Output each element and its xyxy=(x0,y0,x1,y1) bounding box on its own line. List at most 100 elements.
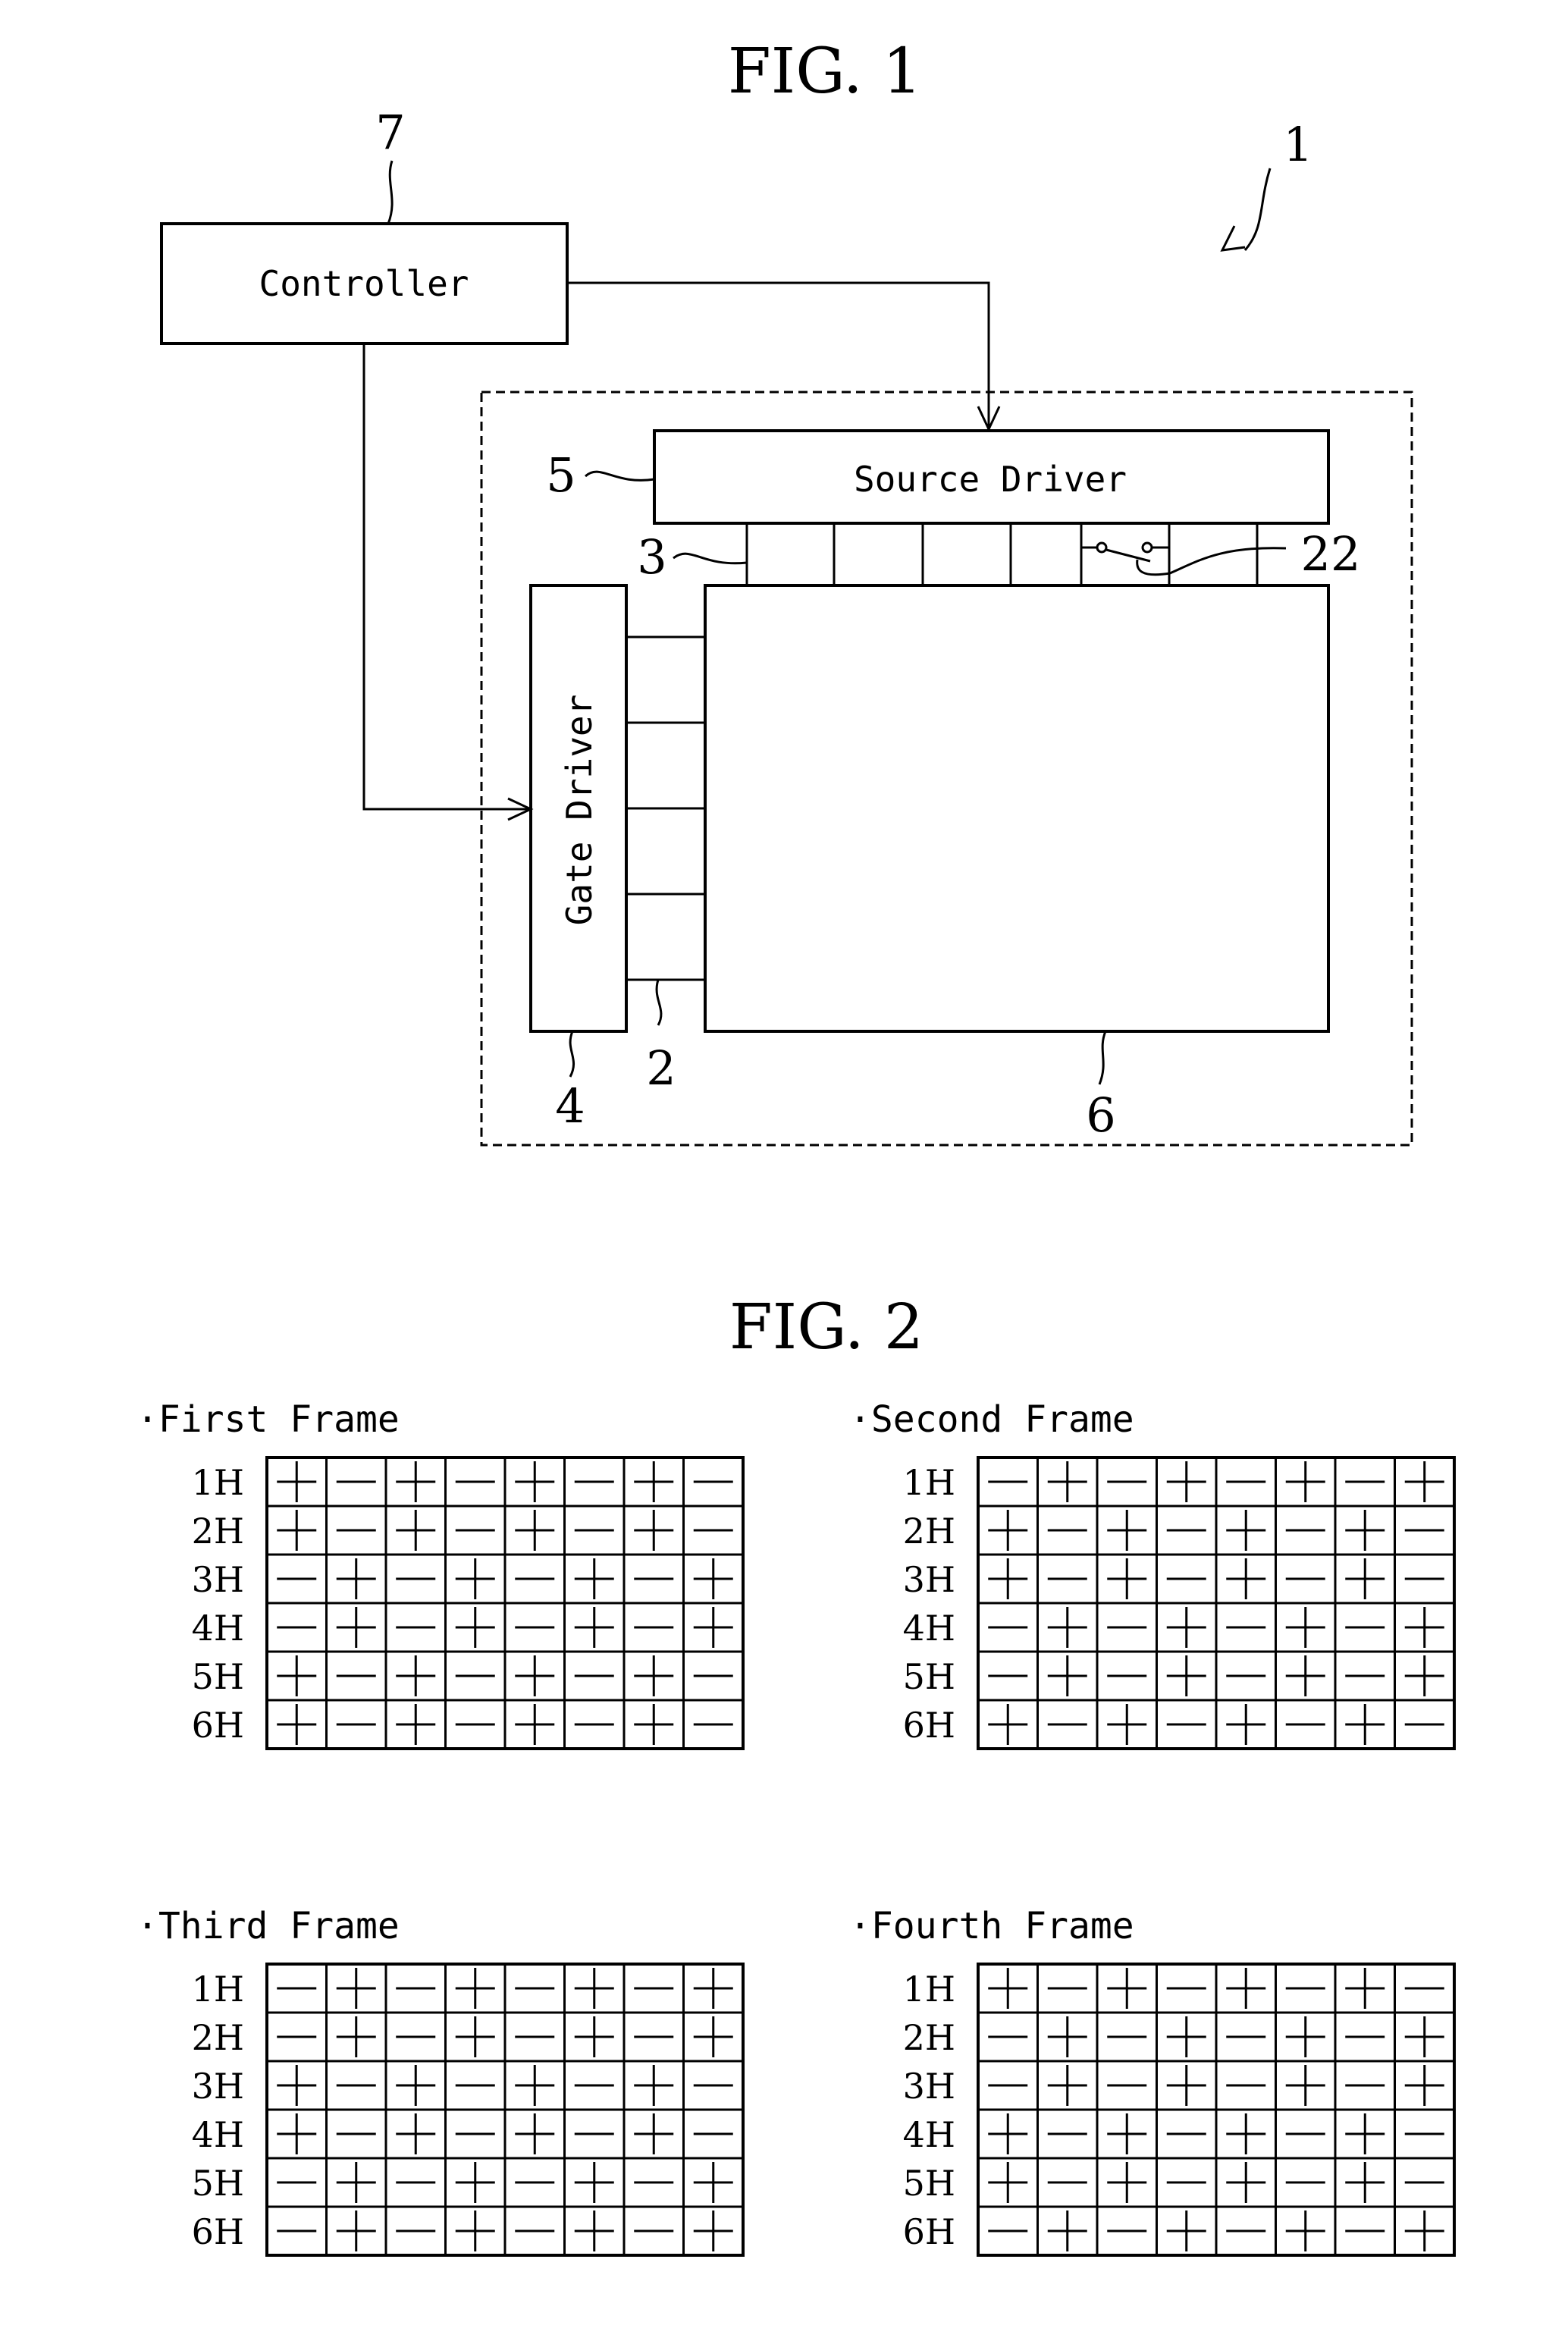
row-label: 5H xyxy=(192,2163,244,2204)
frame-label: ·Fourth Frame xyxy=(849,1905,1134,1947)
plus-icon xyxy=(693,1968,733,2009)
plus-icon xyxy=(1345,2162,1385,2203)
gate-driver-label: Gate Driver xyxy=(559,695,600,926)
plus-icon xyxy=(1166,1461,1206,1502)
plus-icon xyxy=(336,2016,376,2057)
plus-icon xyxy=(988,2162,1028,2203)
plus-icon xyxy=(1285,1461,1325,1502)
ref-source-lines-leader xyxy=(673,552,748,565)
plus-icon xyxy=(574,2016,614,2057)
row-label: 2H xyxy=(903,2017,955,2058)
plus-icon xyxy=(1107,1704,1147,1745)
plus-icon xyxy=(1285,1655,1325,1696)
plus-icon xyxy=(1404,1607,1444,1648)
plus-icon xyxy=(455,1558,495,1599)
plus-icon xyxy=(1047,2016,1087,2057)
plus-icon xyxy=(634,2065,674,2106)
fig2: FIG. 2 ·First Frame1H2H3H4H5H6H·Second F… xyxy=(136,1291,1456,2257)
patent-drawing: FIG. 1 1 7 Controller Source Driver 5 3 … xyxy=(136,36,1456,2257)
ref-panel-leader xyxy=(1098,1031,1107,1085)
plus-icon xyxy=(1404,1655,1444,1696)
fig2-title: FIG. 2 xyxy=(729,1291,924,1363)
plus-icon xyxy=(336,2211,376,2251)
plus-icon xyxy=(515,1704,555,1745)
polarity-frames: ·First Frame 1H 2H 3H 4H 5H 6H ·Second Frame 1H 2… xyxy=(136,1398,1456,2257)
plus-icon xyxy=(574,1607,614,1648)
fig1: FIG. 1 1 7 Controller Source Driver 5 3 … xyxy=(160,36,1413,1147)
ref-gate-driver-label: 4 xyxy=(555,1078,585,1134)
plus-icon xyxy=(455,2211,495,2251)
frame-4: ·Fourth Frame 1H 2H 3H 4H 5H 6H xyxy=(849,1905,1456,2257)
ref-panel-label: 6 xyxy=(1086,1087,1115,1143)
plus-icon xyxy=(693,1558,733,1599)
frame-3: ·Third Frame 1H 2H 3H 4H 5H 6H xyxy=(136,1905,745,2257)
plus-icon xyxy=(1166,2065,1206,2106)
ref-device-arrow-icon xyxy=(1220,225,1246,252)
row-label: 1H xyxy=(192,1462,244,1503)
row-label: 1H xyxy=(903,1969,955,2010)
row-label: 5H xyxy=(903,2163,955,2204)
ref-device-leader xyxy=(1243,168,1272,251)
ref-source-driver-label: 5 xyxy=(546,447,575,503)
plus-icon xyxy=(1047,1461,1087,1502)
plus-icon xyxy=(1285,2065,1325,2106)
plus-icon xyxy=(693,2211,733,2251)
plus-icon xyxy=(574,1558,614,1599)
plus-icon xyxy=(336,1607,376,1648)
plus-icon xyxy=(1107,1510,1147,1551)
plus-icon xyxy=(574,2211,614,2251)
plus-icon xyxy=(277,2113,317,2154)
gate-lines xyxy=(626,635,705,981)
frame-1: ·First Frame 1H 2H 3H 4H 5H 6H xyxy=(136,1398,745,1750)
plus-icon xyxy=(1107,1968,1147,2009)
plus-icon xyxy=(988,1704,1028,1745)
plus-icon xyxy=(693,2162,733,2203)
row-label: 2H xyxy=(192,2017,244,2058)
plus-icon xyxy=(1226,1968,1266,2009)
plus-icon xyxy=(1404,1461,1444,1502)
plus-icon xyxy=(277,1461,317,1502)
row-label: 1H xyxy=(903,1462,955,1503)
plus-icon xyxy=(396,1655,436,1696)
controller-to-gate-line xyxy=(362,344,531,811)
plus-icon xyxy=(336,1968,376,2009)
plus-icon xyxy=(1047,1655,1087,1696)
row-label: 3H xyxy=(903,1559,955,1600)
row-label: 4H xyxy=(903,2114,955,2155)
controller-to-source-line xyxy=(567,281,990,429)
plus-icon xyxy=(1226,1704,1266,1745)
plus-icon xyxy=(1047,2065,1087,2106)
plus-icon xyxy=(1285,2211,1325,2251)
ref-gate-lines-label: 2 xyxy=(646,1040,676,1096)
plus-icon xyxy=(1404,2065,1444,2106)
plus-icon xyxy=(1226,2113,1266,2154)
row-label: 5H xyxy=(192,1656,244,1697)
plus-icon xyxy=(1047,2211,1087,2251)
ref-switch-leader xyxy=(1136,547,1287,576)
row-label: 4H xyxy=(192,1608,244,1649)
plus-icon xyxy=(1166,2211,1206,2251)
row-label: 4H xyxy=(192,2114,244,2155)
plus-icon xyxy=(1226,1558,1266,1599)
ref-source-lines-label: 3 xyxy=(637,529,666,585)
plus-icon xyxy=(1166,2016,1206,2057)
frame-label: ·Third Frame xyxy=(136,1905,400,1947)
ref-gate-driver-leader xyxy=(569,1031,575,1078)
ref-gate-lines-leader xyxy=(655,979,663,1026)
controller-label: Controller xyxy=(259,263,469,304)
row-label: 6H xyxy=(903,2211,955,2252)
plus-icon xyxy=(336,1558,376,1599)
plus-icon xyxy=(634,1704,674,1745)
plus-icon xyxy=(396,1704,436,1745)
plus-icon xyxy=(277,1510,317,1551)
source-driver-label: Source Driver xyxy=(854,459,1127,500)
source-lines xyxy=(745,523,1259,585)
row-label: 5H xyxy=(903,1656,955,1697)
row-label: 3H xyxy=(192,1559,244,1600)
plus-icon xyxy=(455,2016,495,2057)
plus-icon xyxy=(988,2113,1028,2154)
plus-icon xyxy=(396,1510,436,1551)
plus-icon xyxy=(1285,1607,1325,1648)
plus-icon xyxy=(1226,1510,1266,1551)
plus-icon xyxy=(634,1510,674,1551)
